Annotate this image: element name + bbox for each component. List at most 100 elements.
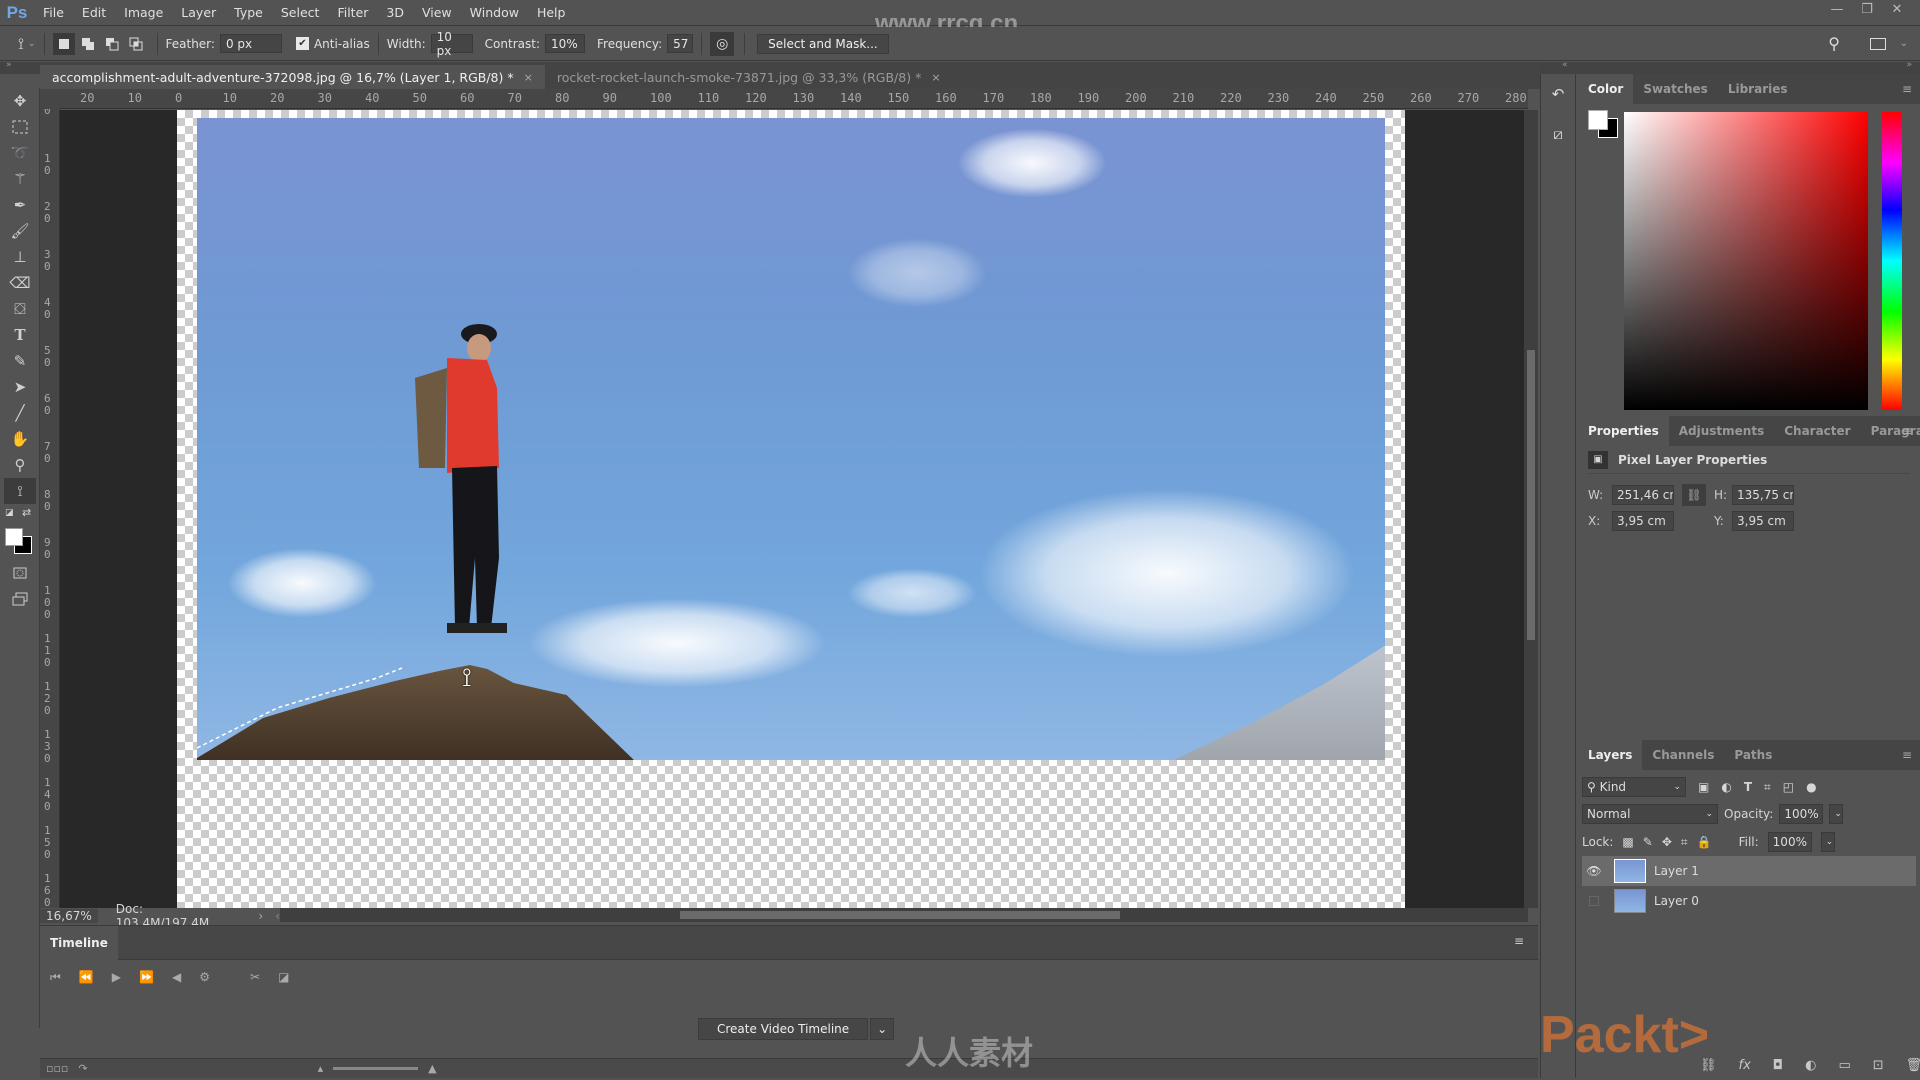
history-panel-icon[interactable]: ↶ (1541, 74, 1575, 114)
frequency-input[interactable]: 57 (667, 34, 694, 53)
menu-layer[interactable]: Layer (172, 5, 225, 20)
layer-filter-kind-select[interactable]: ⚲ Kind ⌄ (1582, 777, 1686, 797)
magnetic-lasso-icon[interactable]: ⟟ (18, 34, 24, 54)
zoom-tool-icon[interactable]: ⚲ (0, 452, 40, 478)
y-field[interactable]: 3,95 cm (1732, 511, 1794, 531)
marquee-tool-icon[interactable] (0, 114, 40, 140)
foreground-swatch[interactable] (1588, 110, 1608, 130)
tab-paths[interactable]: Paths (1724, 740, 1782, 770)
magnetic-lasso-tool-icon[interactable]: ⟟ (4, 478, 36, 504)
stamp-tool-icon[interactable]: ⊥ (0, 244, 40, 270)
antialias-checkbox[interactable]: ✔ (295, 37, 309, 50)
filter-toggle-icon[interactable]: ● (1806, 780, 1816, 794)
new-adjustment-layer-icon[interactable]: ◐ (1805, 1058, 1816, 1073)
eyedropper-tool-icon[interactable]: ✒ (0, 192, 40, 218)
workspace-chevron-icon[interactable]: ⌄ (1900, 38, 1908, 49)
swap-colors-icon[interactable]: ⇄ (22, 506, 31, 519)
create-video-timeline-button[interactable]: Create Video Timeline (698, 1018, 869, 1040)
brush-presets-panel-icon[interactable]: ⧄ (1541, 114, 1575, 154)
stylus-pressure-icon[interactable]: ◎ (710, 31, 735, 56)
menu-type[interactable]: Type (225, 5, 272, 20)
layer-row-layer-1[interactable]: 👁 Layer 1 (1582, 856, 1916, 886)
layer-row-layer-0[interactable]: Layer 0 (1582, 886, 1916, 916)
tab-color[interactable]: Color (1578, 74, 1634, 104)
add-selection-button[interactable] (77, 33, 99, 55)
lock-all-icon[interactable]: 🔒 (1697, 835, 1712, 849)
subtract-selection-button[interactable] (101, 33, 123, 55)
doc-tab-rocket[interactable]: rocket-rocket-launch-smoke-73871.jpg @ 3… (545, 65, 953, 89)
width-input[interactable]: 10 px (430, 30, 473, 58)
screen-mode-icon[interactable] (0, 586, 40, 612)
contrast-input[interactable]: 10% (545, 34, 585, 53)
tab-channels[interactable]: Channels (1642, 740, 1724, 770)
collapse-dock-icon[interactable]: « (1562, 60, 1568, 70)
brush-tool-icon[interactable]: 🖌 (0, 218, 40, 244)
zoom-out-mountain-icon[interactable]: ▴ (318, 1062, 324, 1075)
frames-mode-icon[interactable]: ▫▫▫ (46, 1062, 68, 1075)
width-field[interactable]: 251,46 cm (1612, 485, 1674, 505)
close-button[interactable]: ✕ (1882, 0, 1912, 18)
restore-button[interactable]: ❐ (1852, 0, 1882, 18)
play-icon[interactable]: ▶ (112, 970, 121, 984)
paint-bucket-tool-icon[interactable]: ⛋ (0, 296, 40, 322)
color-spectrum-field[interactable] (1624, 112, 1868, 410)
workspace-icon[interactable] (1870, 37, 1886, 50)
magic-wand-tool-icon[interactable]: ⚚ (0, 166, 40, 192)
timeline-menu-icon[interactable]: ≡ (1514, 934, 1524, 948)
vertical-scrollbar[interactable] (1524, 110, 1538, 908)
close-tab-icon[interactable]: × (524, 71, 533, 84)
layer-name[interactable]: Layer 1 (1654, 864, 1699, 878)
move-tool-icon[interactable]: ✥ (0, 88, 40, 114)
scroll-left-icon[interactable]: ‹ (263, 909, 280, 923)
menu-help[interactable]: Help (528, 5, 575, 20)
delete-layer-icon[interactable]: 🗑 (1906, 1058, 1920, 1073)
menu-window[interactable]: Window (461, 5, 528, 20)
next-frame-icon[interactable]: ⏩ (139, 970, 154, 984)
default-colors-icon[interactable]: ◪ (5, 508, 14, 518)
document-canvas[interactable]: ⟟ (177, 110, 1405, 908)
transition-icon[interactable]: ◪ (278, 970, 289, 984)
menu-filter[interactable]: Filter (328, 5, 377, 20)
layers-panel-menu-icon[interactable]: ≡ (1902, 748, 1912, 762)
layer-name[interactable]: Layer 0 (1654, 894, 1699, 908)
new-selection-button[interactable] (52, 32, 75, 55)
menu-view[interactable]: View (413, 5, 461, 20)
tool-preset-chevron-icon[interactable]: ⌄ (28, 39, 36, 49)
timeline-type-dropdown-icon[interactable]: ⌄ (870, 1018, 895, 1040)
lasso-tool-icon[interactable]: ➰ (0, 140, 40, 166)
minimize-button[interactable]: — (1822, 0, 1852, 18)
close-tab-icon[interactable]: × (931, 71, 940, 84)
collapse-panels-icon[interactable]: » (1906, 60, 1912, 70)
audio-icon[interactable]: ◀ (172, 970, 181, 984)
fill-dropdown-icon[interactable]: ⌄ (1820, 832, 1835, 852)
horizontal-ruler[interactable]: 20 10 0 10 20 30 40 50 60 70 80 90 100 110 120 130 140 15… (60, 89, 1528, 109)
expand-toolbox-icon[interactable]: » (6, 60, 12, 70)
zoom-level[interactable]: 16,67% (40, 909, 98, 923)
search-icon[interactable]: ⚲ (1828, 34, 1840, 53)
menu-select[interactable]: Select (272, 5, 329, 20)
color-panel-menu-icon[interactable]: ≡ (1902, 82, 1912, 96)
pen-tool-icon[interactable]: ✎ (0, 348, 40, 374)
tab-libraries[interactable]: Libraries (1718, 74, 1798, 104)
doc-tab-accomplishment[interactable]: accomplishment-adult-adventure-372098.jp… (40, 65, 545, 89)
intersect-selection-button[interactable] (125, 33, 147, 55)
filter-type-icon[interactable]: T (1744, 780, 1752, 794)
visibility-eye-icon[interactable]: 👁 (1582, 864, 1606, 878)
menu-file[interactable]: File (34, 5, 73, 20)
lock-position-icon[interactable]: ✥ (1662, 835, 1672, 849)
filter-pixel-icon[interactable]: ▣ (1698, 780, 1709, 794)
tab-character[interactable]: Character (1774, 416, 1860, 446)
horizontal-scroll-thumb[interactable] (680, 911, 1120, 919)
lock-transparent-icon[interactable]: ▩ (1622, 835, 1633, 849)
add-mask-icon[interactable]: ◘ (1773, 1058, 1783, 1073)
visibility-toggle-empty[interactable] (1582, 896, 1606, 906)
canvas-area[interactable]: ⟟ (60, 110, 1528, 908)
opacity-input[interactable]: 100% (1779, 804, 1824, 824)
ruler-corner[interactable] (40, 89, 60, 109)
eraser-tool-icon[interactable]: ⌫ (0, 270, 40, 296)
foreground-color-swatch[interactable] (5, 528, 23, 546)
blend-mode-select[interactable]: Normal ⌄ (1582, 804, 1718, 824)
x-field[interactable]: 3,95 cm (1612, 511, 1674, 531)
filter-adjustment-icon[interactable]: ◐ (1721, 780, 1731, 794)
tab-properties[interactable]: Properties (1578, 416, 1669, 446)
